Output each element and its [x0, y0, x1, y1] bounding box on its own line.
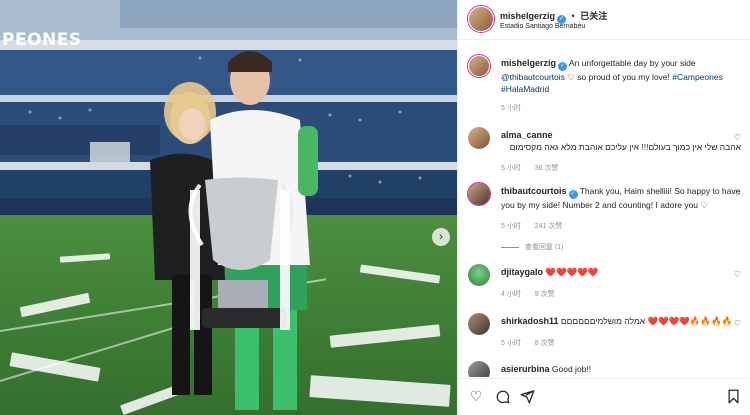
header-username[interactable]: mishelgerzig	[500, 11, 555, 21]
comment-time: 5 小时	[501, 165, 521, 172]
comment-text: אמלה מושלמיםםםםםם ❤️❤️❤️❤️🔥🔥🔥🔥	[560, 316, 733, 326]
comment-meta: 5 小时 241 次赞	[501, 221, 574, 231]
comment-body: thibautcourtois ✓ Thank you, Haim shellii…	[501, 185, 741, 211]
comment-body: shirkadosh11 אמלה מושלמיםםםםםם ❤️❤️❤️❤️🔥…	[501, 315, 741, 327]
caption-meta: 5 小时	[501, 103, 533, 113]
comment: shirkadosh11 אמלה מושלמיםםםםםם ❤️❤️❤️❤️🔥…	[468, 313, 743, 353]
post-side-panel: mishelgerzig ✓ • 已关注 Estadio Santiago Ber…	[457, 0, 750, 415]
verified-icon: ✓	[558, 62, 568, 71]
like-comment-icon[interactable]: ♡	[734, 189, 741, 198]
comment-likes[interactable]: 9 次赞	[535, 291, 555, 298]
caption-text: mishelgerzig ✓ An unforgettable day by yo…	[501, 57, 741, 95]
comment-body: djitaygalo ❤️❤️❤️❤️❤️	[501, 266, 741, 278]
comment-time: 5 小时	[501, 223, 521, 230]
replies-line	[501, 246, 519, 248]
avatar[interactable]	[468, 6, 494, 32]
bookmark-icon[interactable]	[724, 387, 742, 405]
view-replies-button[interactable]: 查看回复 (1)	[501, 242, 564, 252]
comment-text: אהבה שלי אין כמוך בעולם!!! אין עליכם אוה…	[509, 142, 741, 152]
comments-list[interactable]: mishelgerzig ✓ An unforgettable day by yo…	[458, 41, 750, 377]
comment-likes[interactable]: 241 次赞	[535, 223, 563, 230]
comment-username[interactable]: shirkadosh11	[501, 316, 559, 326]
share-icon[interactable]	[518, 387, 536, 405]
caption-line2: so proud of you my love!	[577, 72, 670, 82]
comment: alma_canne אהבה שלי אין כמוך בעולם!!! אי…	[468, 127, 743, 177]
heart-icon[interactable]: ♡	[467, 387, 485, 405]
slide-next-icon[interactable]: ›	[432, 228, 450, 246]
comment-username[interactable]: asierurbina	[501, 364, 550, 374]
hashtag-link[interactable]: #Campeones	[672, 72, 723, 82]
comment-body: alma_canne אהבה שלי אין כמוך בעולם!!! אי…	[501, 129, 741, 153]
post-photo[interactable]: PEONES ›	[0, 0, 457, 415]
action-bar: ♡	[458, 378, 750, 415]
comment-text: ❤️❤️❤️❤️❤️	[545, 267, 599, 277]
avatar[interactable]	[468, 264, 490, 286]
caption-line1: An unforgettable day by your side	[568, 58, 696, 68]
comment-time: 5 小时	[501, 340, 521, 347]
avatar[interactable]	[468, 183, 490, 205]
comment-time: 4 小时	[501, 291, 521, 298]
caption: mishelgerzig ✓ An unforgettable day by yo…	[468, 55, 743, 117]
heart-emoji: ♡	[567, 72, 575, 82]
dot-separator: •	[571, 11, 575, 21]
comment: djitaygalo ❤️❤️❤️❤️❤️ ♡ 4 小时 9 次赞	[468, 264, 743, 304]
caption-username[interactable]: mishelgerzig	[501, 58, 556, 68]
avatar[interactable]	[468, 313, 490, 335]
like-comment-icon[interactable]: ♡	[734, 270, 741, 279]
comment-username[interactable]: djitaygalo	[501, 267, 543, 277]
comment-likes[interactable]: 8 次赞	[535, 340, 555, 347]
avatar[interactable]	[468, 55, 490, 77]
comment-meta: 5 小时 8 次赞	[501, 338, 567, 348]
follow-button[interactable]: 已关注	[580, 11, 607, 21]
avatar[interactable]	[468, 127, 490, 149]
comment-meta: 4 小时 9 次赞	[501, 289, 567, 299]
comment-icon[interactable]	[493, 387, 511, 405]
like-comment-icon[interactable]: ♡	[734, 133, 741, 142]
comment-text: Good job!!	[551, 364, 592, 374]
like-comment-icon[interactable]: ♡	[734, 319, 741, 328]
post-header: mishelgerzig ✓ • 已关注 Estadio Santiago Ber…	[458, 0, 750, 40]
caption-time: 5 小时	[501, 105, 521, 112]
comment: thibautcourtois ✓ Thank you, Haim shellii…	[468, 183, 743, 247]
location-link[interactable]: Estadio Santiago Bernabéu	[500, 23, 585, 30]
heart-emoji: ♡	[700, 200, 709, 210]
comment-body: asierurbina Good job!!	[501, 363, 741, 375]
hashtag-link[interactable]: #HalaMadrid	[501, 84, 549, 94]
avatar[interactable]	[468, 361, 490, 377]
comment: asierurbina Good job!!	[468, 361, 743, 377]
couple-with-trophy	[150, 51, 318, 410]
stadium-banner-text: PEONES	[2, 30, 82, 50]
comment-meta: 5 小时 36 次赞	[501, 163, 571, 173]
view-replies-label: 查看回复 (1)	[525, 244, 564, 251]
comment-username[interactable]: alma_canne	[501, 130, 553, 140]
comment-likes[interactable]: 36 次赞	[535, 165, 559, 172]
mention-link[interactable]: @thibautcourtois	[501, 72, 565, 82]
comment-username[interactable]: thibautcourtois	[501, 186, 567, 196]
verified-icon: ✓	[568, 190, 578, 199]
